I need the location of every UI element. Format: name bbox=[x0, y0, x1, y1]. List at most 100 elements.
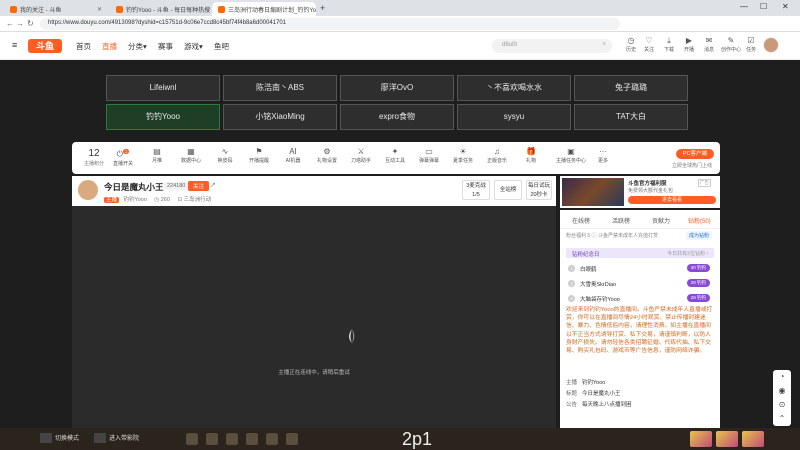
user-avatar[interactable] bbox=[763, 37, 779, 53]
tool-danmaku[interactable]: ▭ 弹幕弹幕 bbox=[416, 146, 442, 166]
anchor-cell[interactable]: 陈浩南丶ABS bbox=[223, 75, 337, 101]
menu-icon[interactable]: ≡ bbox=[12, 40, 17, 50]
nav-events[interactable]: 赛事 bbox=[158, 41, 173, 52]
minimize-button[interactable]: — bbox=[740, 2, 748, 11]
download-button[interactable]: ⤓ 下载 bbox=[660, 36, 678, 54]
share-icon[interactable]: ↗ bbox=[210, 181, 216, 189]
search-input[interactable]: d8u0t ⌕ bbox=[492, 39, 612, 53]
app-icon[interactable] bbox=[186, 433, 198, 445]
site-rank-box[interactable]: 全站榜 bbox=[494, 180, 522, 200]
music-icon: ♫ bbox=[494, 147, 500, 156]
tool-dota-helper[interactable]: ⚔ 刀塔助手 bbox=[348, 146, 374, 166]
tool-monthly[interactable]: ▤ 月推 bbox=[144, 146, 170, 166]
anchor-cell[interactable]: sysyu bbox=[457, 104, 571, 130]
tool-gift[interactable]: 🎁 礼物 bbox=[518, 146, 544, 166]
start-live-button[interactable]: ▶ 开播 bbox=[680, 36, 698, 54]
anchor-cell-selected[interactable]: 钓钓Yooo bbox=[106, 104, 220, 130]
tool-live-reminder[interactable]: ⚑ 开播提醒 bbox=[246, 146, 272, 166]
app-icon[interactable] bbox=[266, 433, 278, 445]
reload-button[interactable]: ↻ bbox=[27, 19, 34, 28]
tool-label: 直播开关 bbox=[112, 160, 133, 167]
tool-skin-code[interactable]: ∿ 换皮码 bbox=[212, 146, 238, 166]
anchor-cell[interactable]: TAT大白 bbox=[574, 104, 688, 130]
thumbnail-image[interactable] bbox=[742, 431, 764, 447]
thumbnail-image[interactable] bbox=[716, 431, 738, 447]
tool-summer-task[interactable]: ☀ 夏季任务 bbox=[450, 146, 476, 166]
follow-button[interactable]: 关注 bbox=[188, 181, 210, 191]
tab-diamond-fans[interactable]: 钻粉(50) bbox=[688, 216, 711, 225]
streamer-name[interactable]: 钓钓Yooo bbox=[124, 197, 147, 203]
tab-online-rank[interactable]: 在线榜 bbox=[572, 216, 590, 225]
pc-client-button[interactable]: PC客户端 bbox=[676, 149, 714, 159]
history-float-icon[interactable]: ◔ bbox=[773, 370, 791, 384]
back-to-top-icon[interactable]: ⌃ bbox=[773, 412, 791, 426]
tab-active-rank[interactable]: 活跃榜 bbox=[612, 216, 630, 225]
thumbnail-image[interactable] bbox=[690, 431, 712, 447]
meta-value: 钓钓Yooo bbox=[582, 380, 606, 386]
browser-tab[interactable]: 钓钓Yooo - 斗鱼 - 每日每种热搜 ✕ bbox=[110, 2, 210, 16]
browser-tab-active[interactable]: 三岛洲行动春日煽剧计划_钓钓Yo ✕ bbox=[212, 2, 316, 16]
browser-tab[interactable]: 我的关注 - 斗鱼 ✕ bbox=[4, 2, 108, 16]
record-float-icon[interactable]: ◉ bbox=[773, 384, 791, 398]
nav-games[interactable]: 游戏▾ bbox=[184, 41, 203, 52]
back-button[interactable]: ← bbox=[6, 19, 14, 28]
mail-icon: ✉ bbox=[705, 36, 713, 45]
app-icon[interactable] bbox=[206, 433, 218, 445]
tool-music[interactable]: ♫ 正版音乐 bbox=[484, 146, 510, 166]
list-item[interactable]: 1 白眼鹤 30 钓钓 bbox=[566, 262, 714, 276]
list-item[interactable]: 2 大雪奥SkrDiao 28 钓钓 bbox=[566, 277, 714, 291]
video-player[interactable]: 主播正在连线中，请稍后重试 bbox=[72, 206, 556, 428]
tool-data-center[interactable]: ▦ 数据中心 bbox=[178, 146, 204, 166]
close-icon[interactable]: ✕ bbox=[97, 6, 102, 13]
tool-interaction[interactable]: ✦ 互动工具 bbox=[382, 146, 408, 166]
mic-battle-box[interactable]: 3麦克战 1/5 bbox=[462, 180, 490, 200]
tool-ai-bot[interactable]: AI AI机器 bbox=[280, 146, 306, 166]
close-window-button[interactable]: ✕ bbox=[782, 2, 789, 11]
tool-more[interactable]: ··· 更多 bbox=[590, 146, 616, 166]
settings-float-icon[interactable]: ⊙ bbox=[773, 398, 791, 412]
fan-badge: 28 钓钓 bbox=[686, 279, 710, 287]
nav-home[interactable]: 首页 bbox=[76, 41, 91, 52]
nav-fishbar[interactable]: 鱼吧 bbox=[214, 41, 229, 52]
daily-trial-box[interactable]: 每日试玩 20秒卡 bbox=[526, 180, 552, 200]
forward-button[interactable]: → bbox=[16, 19, 24, 28]
maximize-button[interactable]: ☐ bbox=[760, 2, 767, 11]
play-icon: ▶ bbox=[685, 36, 693, 45]
tool-gift-settings[interactable]: ⚙ 礼物设置 bbox=[314, 146, 340, 166]
nav-category[interactable]: 分类▾ bbox=[128, 41, 147, 52]
tab-contribution[interactable]: 贡献力 bbox=[652, 216, 670, 225]
fan-anniversary-header[interactable]: 钻粉纪念日 今日共有2位钻粉 › bbox=[566, 248, 714, 258]
list-item[interactable]: 3 大脑袋存钓Yooo 28 钓钓 bbox=[566, 292, 714, 306]
follow-button[interactable]: ♡ 关注 bbox=[640, 36, 658, 54]
app-icon[interactable] bbox=[246, 433, 258, 445]
anchor-cell[interactable]: expro食物 bbox=[340, 104, 454, 130]
switch-mode-button[interactable]: 切换模式 bbox=[40, 432, 79, 446]
tool-live-switch[interactable]: ⏻ 1 直播开关 bbox=[110, 146, 136, 169]
anchor-cell[interactable]: Lifeiwnl bbox=[106, 75, 220, 101]
ad-image[interactable] bbox=[562, 178, 624, 206]
url-input[interactable]: https://www.douyu.com/4913098?dyshid=c15… bbox=[40, 18, 620, 30]
douyu-logo[interactable]: 斗鱼 bbox=[28, 39, 62, 53]
anchor-cell[interactable]: 廖洋OvO bbox=[340, 75, 454, 101]
history-button[interactable]: ◷ 历史 bbox=[622, 36, 640, 54]
creator-center-button[interactable]: ✎ 创作中心 bbox=[720, 36, 742, 54]
task-icon: ☑ bbox=[747, 36, 755, 45]
ad-banner[interactable]: 斗鱼官方福利服 免费领大额代金礼包 进去看看 广告 bbox=[560, 176, 720, 208]
anchor-cell[interactable]: 小铭XiaoMing bbox=[223, 104, 337, 130]
cinema-mode-button[interactable]: 进入带影院 bbox=[94, 432, 139, 446]
streamer-points[interactable]: 12 主播积分 bbox=[80, 148, 108, 167]
app-icon[interactable] bbox=[226, 433, 238, 445]
become-diamond-fan-button[interactable]: 成为钻粉 bbox=[686, 231, 713, 240]
category-link[interactable]: ⊡ 三岛洲行动 bbox=[177, 197, 211, 203]
search-icon[interactable]: ⌕ bbox=[603, 41, 606, 48]
anchor-cell[interactable]: 兔子璐璐 bbox=[574, 75, 688, 101]
streamer-avatar[interactable] bbox=[78, 180, 98, 200]
ad-button[interactable]: 进去看看 bbox=[628, 196, 716, 204]
new-tab-button[interactable]: + bbox=[320, 3, 325, 13]
anchor-cell[interactable]: 丶不喜欢喝水水 bbox=[457, 75, 571, 101]
nav-live[interactable]: 直播 bbox=[102, 41, 117, 52]
tasks-button[interactable]: ☑ 任务 bbox=[742, 36, 760, 54]
tool-task-center[interactable]: ▣ 主播任务中心 bbox=[554, 146, 588, 166]
messages-button[interactable]: ✉ 消息 bbox=[700, 36, 718, 54]
app-icon[interactable] bbox=[286, 433, 298, 445]
